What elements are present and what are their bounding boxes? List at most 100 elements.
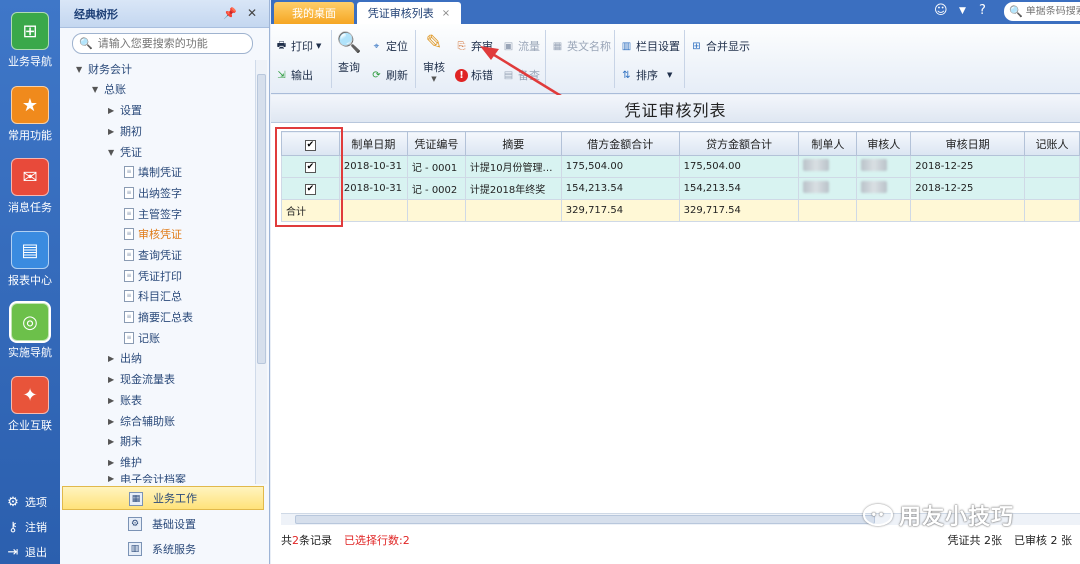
- scroll-thumb[interactable]: [295, 515, 875, 524]
- panel-business-work[interactable]: ▦ 业务工作: [62, 486, 264, 510]
- tree-scrollbar[interactable]: [255, 60, 267, 484]
- poster-cell: [1024, 155, 1080, 178]
- toolbar-separator: [684, 30, 685, 88]
- help-icon[interactable]: ?: [979, 3, 986, 18]
- export-label: 输出: [291, 69, 313, 82]
- table-row[interactable]: ✔ 2018-10-31 记 - 0002 计提2018年终奖 154,213.…: [281, 177, 1080, 200]
- tree-node-opening[interactable]: ▶ 期初: [108, 123, 142, 139]
- options-link[interactable]: ⚙ 选项: [6, 494, 47, 510]
- tab-my-desktop[interactable]: 我的桌面: [274, 2, 354, 24]
- sort-button[interactable]: ⇅ 排序 ▼: [620, 67, 672, 83]
- tree-node-maintenance[interactable]: ▶ 维护: [108, 454, 142, 470]
- tree-node-posting[interactable]: ≡ 记账: [124, 330, 160, 346]
- pin-icon[interactable]: 📌: [223, 7, 237, 20]
- redacted-name: [803, 181, 830, 193]
- note-button[interactable]: ▤ 备查: [502, 67, 540, 83]
- nav-enterprise-connect[interactable]: ✦ 企业互联: [0, 376, 60, 433]
- tree-node-cashier[interactable]: ▶ 出纳: [108, 350, 142, 366]
- scroll-thumb[interactable]: [257, 74, 266, 364]
- tree-node-cashier-sign[interactable]: ≡ 出纳签字: [124, 185, 182, 201]
- tree-node-fill-voucher[interactable]: ≡ 填制凭证: [124, 164, 182, 180]
- refresh-icon: ⟳: [372, 69, 381, 81]
- column-header[interactable]: 制单人: [798, 131, 858, 156]
- column-header[interactable]: 记账人: [1024, 131, 1080, 156]
- business-icon: ▦: [129, 492, 143, 506]
- flow-label: 流量: [518, 40, 540, 53]
- tree-node-finance[interactable]: ▼ 财务会计: [76, 61, 132, 77]
- chevron-right-icon: ▶: [108, 126, 115, 136]
- column-header[interactable]: 摘要: [464, 131, 562, 156]
- panel-label: 系统服务: [152, 543, 196, 556]
- chevron-right-icon: ▶: [108, 457, 115, 467]
- server-icon: ▥: [128, 542, 142, 556]
- barcode-search-box[interactable]: 🔍: [1004, 2, 1080, 21]
- sort-icon: ⇅: [622, 69, 631, 81]
- close-icon[interactable]: ✕: [247, 6, 257, 20]
- chevron-down-icon: ▼: [76, 64, 83, 74]
- english-name-button[interactable]: ▦ 英文名称: [551, 38, 611, 54]
- nav-business-navigation[interactable]: ⊞ 业务导航: [0, 12, 60, 69]
- tab-voucher-audit-list[interactable]: 凭证审核列表 ×: [357, 2, 461, 24]
- preparer-cell: [798, 155, 858, 178]
- tree-node-ledger[interactable]: ▼ 总账: [92, 81, 126, 97]
- tree-node-voucher[interactable]: ▼ 凭证: [108, 144, 142, 160]
- column-header[interactable]: 审核日期: [910, 131, 1026, 156]
- column-settings-button[interactable]: ▥ 栏目设置: [620, 38, 680, 54]
- refresh-button[interactable]: ⟳ 刷新: [370, 67, 408, 83]
- document-icon: ≡: [124, 187, 134, 199]
- panel-basic-settings[interactable]: ⚙ 基础设置: [62, 512, 264, 536]
- refresh-label: 刷新: [386, 69, 408, 82]
- nav-common-functions[interactable]: ★ 常用功能: [0, 86, 60, 143]
- column-header[interactable]: 凭证编号: [406, 131, 466, 156]
- query-button[interactable]: 🔍 查询: [335, 28, 363, 75]
- column-header[interactable]: 审核人: [856, 131, 912, 156]
- toolbar-separator: [545, 30, 546, 88]
- panel-label: 基础设置: [152, 518, 196, 531]
- clipboard-pen-icon: ✎: [425, 30, 443, 54]
- tree-node-e-archive[interactable]: ▶ 电子会计档案: [108, 474, 186, 483]
- tree-node-query-voucher[interactable]: ≡ 查询凭证: [124, 247, 182, 263]
- tree-node-supervisor-sign[interactable]: ≡ 主管签字: [124, 206, 182, 222]
- flow-button[interactable]: ▣ 流量: [502, 38, 540, 54]
- record-suffix: 条记录: [299, 534, 332, 547]
- tree-node-settings[interactable]: ▶ 设置: [108, 102, 142, 118]
- table-row[interactable]: ✔ 2018-10-31 记 - 0001 计提10月份管理… 175,504.…: [281, 155, 1080, 178]
- locate-button[interactable]: ⌖ 定位: [370, 38, 408, 54]
- panel-system-service[interactable]: ▥ 系统服务: [62, 537, 264, 561]
- mark-error-button[interactable]: ! 标错: [455, 67, 493, 83]
- column-header[interactable]: 借方金额合计: [560, 131, 680, 156]
- nav-report-center[interactable]: ▤ 报表中心: [0, 231, 60, 288]
- merge-display-button[interactable]: ⊞ 合并显示: [690, 38, 750, 54]
- tree-node-ledger-reports[interactable]: ▶ 账表: [108, 392, 142, 408]
- tree-node-cash-flow[interactable]: ▶ 现金流量表: [108, 371, 175, 387]
- tree-node-label: 主管签字: [138, 208, 182, 221]
- columns-icon: ▥: [621, 40, 632, 52]
- audit-button[interactable]: ✎ 审核 ▼: [420, 28, 448, 83]
- merge-display-label: 合并显示: [706, 40, 750, 53]
- column-header[interactable]: 贷方金额合计: [678, 131, 800, 156]
- export-button[interactable]: ⇲ 输出: [275, 67, 313, 83]
- column-header[interactable]: 制单日期: [338, 131, 408, 156]
- tree-node-account-summary[interactable]: ≡ 科目汇总: [124, 288, 182, 304]
- chevron-down-icon[interactable]: ▼: [959, 6, 966, 16]
- tree-search-box[interactable]: 🔍: [72, 33, 253, 54]
- nav-message-tasks[interactable]: ✉ 消息任务: [0, 158, 60, 215]
- tree-node-aux-ledger[interactable]: ▶ 综合辅助账: [108, 413, 175, 429]
- barcode-search-input[interactable]: [1025, 6, 1080, 17]
- print-button[interactable]: 🖶 打印 ▼: [275, 38, 322, 54]
- nav-implementation[interactable]: ◎ 实施导航: [0, 303, 60, 360]
- logout-link[interactable]: ⚷ 注销: [6, 519, 47, 535]
- tree-node-print-voucher[interactable]: ≡ 凭证打印: [124, 268, 182, 284]
- smiley-icon[interactable]: ☺: [934, 3, 948, 18]
- voucher-total: 凭证共 2张: [947, 534, 1003, 547]
- tree-node-audit-voucher[interactable]: ≡ 审核凭证: [124, 226, 182, 242]
- abandon-audit-button[interactable]: ⎘ 弃审: [455, 38, 494, 54]
- tree-node-label: 电子会计档案: [120, 474, 186, 483]
- tree-node-abstract-summary[interactable]: ≡ 摘要汇总表: [124, 309, 193, 325]
- tree-search-input[interactable]: [97, 37, 248, 50]
- tree-node-period-end[interactable]: ▶ 期末: [108, 433, 142, 449]
- chevron-right-icon: ▶: [108, 436, 115, 446]
- close-icon[interactable]: ×: [442, 8, 450, 19]
- exit-link[interactable]: ⇥ 退出: [6, 544, 47, 560]
- empty-cell: [910, 199, 1026, 222]
